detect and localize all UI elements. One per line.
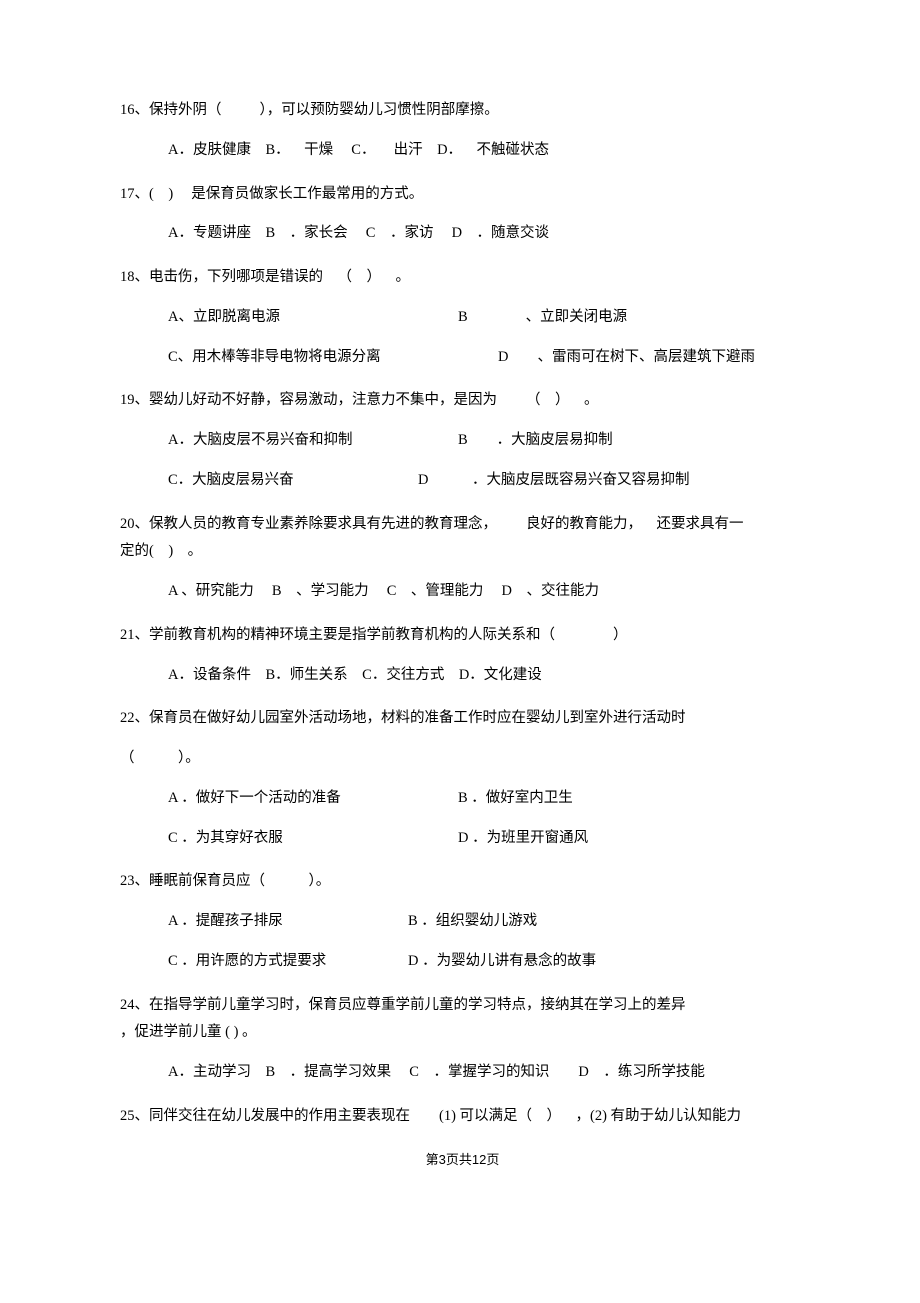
question-stem: 21、学前教育机构的精神环境主要是指学前教育机构的人际关系和（ ） — [120, 625, 805, 647]
question-stem-cont: 定的( ) 。 — [120, 541, 805, 563]
options-row: C ．用许愿的方式提要求 D ．为婴幼儿讲有悬念的故事 — [120, 951, 805, 973]
question-24: 24、在指导学前儿童学习时，保育员应尊重学前儿童的学习特点，接纳其在学习上的差异… — [120, 995, 805, 1084]
options-row: C、用木棒等非导电物将电源分离 D 、雷雨可在树下、高层建筑下避雨 — [120, 347, 805, 369]
stem-text: 23、睡眠前保育员应（ ）。 — [120, 873, 330, 889]
option-b: B ．大脑皮层易抑制 — [458, 430, 805, 452]
question-stem-cont: ，促进学前儿童 ( ) 。 — [120, 1022, 805, 1044]
stem-text-line1: 24、在指导学前儿童学习时，保育员应尊重学前儿童的学习特点，接纳其在学习上的差异 — [120, 997, 686, 1013]
options-text: A．主动学习 B ．提高学习效果 C ．掌握学习的知识 D ．练习所学技能 — [168, 1064, 705, 1080]
stem-text: 25、同伴交往在幼儿发展中的作用主要表现在 (1) 可以满足（ ） ，(2) 有… — [120, 1108, 741, 1124]
options-text: A 、研究能力 B 、学习能力 C 、管理能力 D 、交往能力 — [168, 583, 599, 599]
question-23: 23、睡眠前保育员应（ ）。 A ．提醒孩子排尿 B ．组织婴幼儿游戏 C ．用… — [120, 871, 805, 972]
options-text: A．皮肤健康 B． 干燥 C． 出汗 D． 不触碰状态 — [168, 142, 549, 158]
stem-text-line2: ，促进学前儿童 ( ) 。 — [120, 1024, 257, 1040]
question-17: 17、( ) 是保育员做家长工作最常用的方式。 A．专题讲座 B ．家长会 C … — [120, 184, 805, 246]
stem-text: 18、电击伤，下列哪项是错误的 （ ） 。 — [120, 269, 410, 285]
options-row: A、立即脱离电源 B 、立即关闭电源 — [120, 307, 805, 329]
question-21: 21、学前教育机构的精神环境主要是指学前教育机构的人际关系和（ ） A．设备条件… — [120, 625, 805, 687]
option-c: C ．为其穿好衣服 — [168, 828, 458, 850]
question-stem-cont: （ ）。 — [120, 748, 805, 770]
page-footer: 第3页共12页 — [120, 1150, 805, 1170]
options-row: A ．提醒孩子排尿 B ．组织婴幼儿游戏 — [120, 911, 805, 933]
question-22: 22、保育员在做好幼儿园室外活动场地，材料的准备工作时应在婴幼儿到室外进行活动时… — [120, 708, 805, 849]
option-d: D ．为婴幼儿讲有悬念的故事 — [408, 951, 805, 973]
question-stem: 24、在指导学前儿童学习时，保育员应尊重学前儿童的学习特点，接纳其在学习上的差异 — [120, 995, 805, 1017]
options-row: A．主动学习 B ．提高学习效果 C ．掌握学习的知识 D ．练习所学技能 — [120, 1062, 805, 1084]
option-c: C ．用许愿的方式提要求 — [168, 951, 408, 973]
question-stem: 25、同伴交往在幼儿发展中的作用主要表现在 (1) 可以满足（ ） ，(2) 有… — [120, 1106, 805, 1128]
option-a: A ．提醒孩子排尿 — [168, 911, 408, 933]
question-stem: 18、电击伤，下列哪项是错误的 （ ） 。 — [120, 267, 805, 289]
question-18: 18、电击伤，下列哪项是错误的 （ ） 。 A、立即脱离电源 B 、立即关闭电源… — [120, 267, 805, 368]
options-row: C ．为其穿好衣服 D ．为班里开窗通风 — [120, 828, 805, 850]
stem-text-post: ），可以预防婴幼儿习惯性阴部摩擦。 — [260, 102, 499, 118]
question-stem: 22、保育员在做好幼儿园室外活动场地，材料的准备工作时应在婴幼儿到室外进行活动时 — [120, 708, 805, 730]
options-row: A．设备条件 B．师生关系 C．交往方式 D．文化建设 — [120, 665, 805, 687]
options-row: C．大脑皮层易兴奋 D ．大脑皮层既容易兴奋又容易抑制 — [120, 470, 805, 492]
option-a: A ．做好下一个活动的准备 — [168, 788, 458, 810]
options-text: A．设备条件 B．师生关系 C．交往方式 D．文化建设 — [168, 667, 542, 683]
options-row: A 、研究能力 B 、学习能力 C 、管理能力 D 、交往能力 — [120, 581, 805, 603]
option-b: B ．组织婴幼儿游戏 — [408, 911, 805, 933]
option-b: B ．做好室内卫生 — [458, 788, 805, 810]
question-stem: 16、保持外阴（ ），可以预防婴幼儿习惯性阴部摩擦。 — [120, 100, 805, 122]
option-d: D ．为班里开窗通风 — [458, 828, 805, 850]
option-a: A、立即脱离电源 — [168, 307, 458, 329]
options-row: A ．做好下一个活动的准备 B ．做好室内卫生 — [120, 788, 805, 810]
stem-text: 21、学前教育机构的精神环境主要是指学前教育机构的人际关系和（ ） — [120, 627, 628, 643]
option-d: D ．大脑皮层既容易兴奋又容易抑制 — [418, 470, 805, 492]
question-25: 25、同伴交往在幼儿发展中的作用主要表现在 (1) 可以满足（ ） ，(2) 有… — [120, 1106, 805, 1128]
options-row: A．皮肤健康 B． 干燥 C． 出汗 D． 不触碰状态 — [120, 140, 805, 162]
stem-text-line1: 22、保育员在做好幼儿园室外活动场地，材料的准备工作时应在婴幼儿到室外进行活动时 — [120, 710, 686, 726]
question-20: 20、保教人员的教育专业素养除要求具有先进的教育理念， 良好的教育能力， 还要求… — [120, 514, 805, 603]
option-b: B 、立即关闭电源 — [458, 307, 805, 329]
stem-text-line2: 定的( ) 。 — [120, 543, 202, 559]
question-stem: 20、保教人员的教育专业素养除要求具有先进的教育理念， 良好的教育能力， 还要求… — [120, 514, 805, 536]
option-c: C．大脑皮层易兴奋 — [168, 470, 418, 492]
options-row: A．大脑皮层不易兴奋和抑制 B ．大脑皮层易抑制 — [120, 430, 805, 452]
option-c: C、用木棒等非导电物将电源分离 — [168, 347, 498, 369]
question-stem: 23、睡眠前保育员应（ ）。 — [120, 871, 805, 893]
question-16: 16、保持外阴（ ），可以预防婴幼儿习惯性阴部摩擦。 A．皮肤健康 B． 干燥 C… — [120, 100, 805, 162]
stem-text-pre: 16、保持外阴（ — [120, 102, 222, 118]
options-text: A．专题讲座 B ．家长会 C ．家访 D ．随意交谈 — [168, 225, 549, 241]
stem-text: 19、婴幼儿好动不好静，容易激动，注意力不集中，是因为 （ ） 。 — [120, 392, 599, 408]
stem-text-line1: 20、保教人员的教育专业素养除要求具有先进的教育理念， 良好的教育能力， 还要求… — [120, 516, 744, 532]
question-stem: 17、( ) 是保育员做家长工作最常用的方式。 — [120, 184, 805, 206]
stem-text: 17、( ) 是保育员做家长工作最常用的方式。 — [120, 186, 423, 202]
question-stem: 19、婴幼儿好动不好静，容易激动，注意力不集中，是因为 （ ） 。 — [120, 390, 805, 412]
option-a: A．大脑皮层不易兴奋和抑制 — [168, 430, 458, 452]
page-number: 第3页共12页 — [426, 1152, 500, 1167]
options-row: A．专题讲座 B ．家长会 C ．家访 D ．随意交谈 — [120, 223, 805, 245]
option-d: D 、雷雨可在树下、高层建筑下避雨 — [498, 347, 805, 369]
question-19: 19、婴幼儿好动不好静，容易激动，注意力不集中，是因为 （ ） 。 A．大脑皮层… — [120, 390, 805, 491]
stem-text-line2: （ ）。 — [120, 750, 200, 766]
